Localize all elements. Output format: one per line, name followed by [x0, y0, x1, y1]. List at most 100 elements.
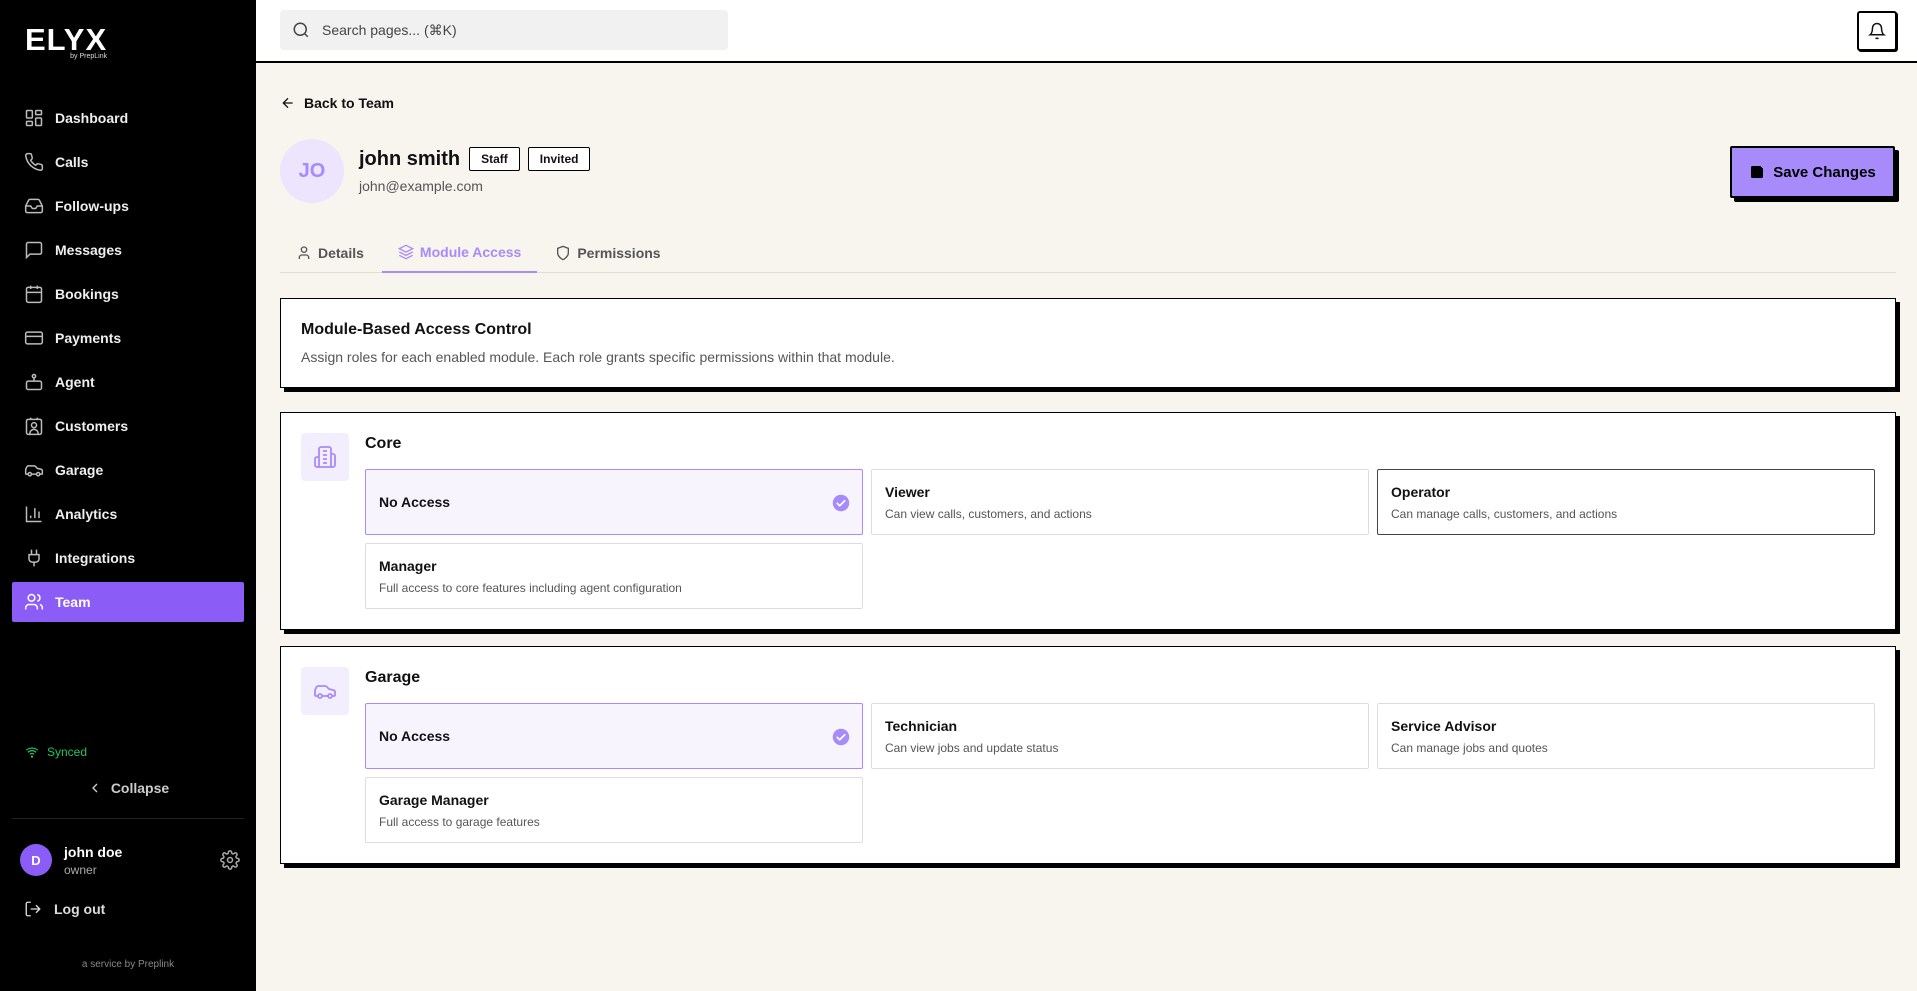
sidebar-item-agent[interactable]: Agent: [12, 362, 244, 402]
tab-label: Details: [318, 245, 364, 261]
save-label: Save Changes: [1773, 163, 1876, 181]
sync-status-label: Synced: [47, 745, 88, 759]
module-title: Garage: [365, 669, 421, 686]
logout-button[interactable]: Log out: [24, 900, 105, 918]
tab-module-access[interactable]: Module Access: [381, 233, 538, 273]
role-option-no-access[interactable]: No Access: [365, 469, 863, 535]
tab-details[interactable]: Details: [280, 233, 380, 273]
role-title: No Access: [379, 728, 451, 744]
user-role: owner: [64, 862, 97, 877]
user-info: john doe owner: [64, 844, 220, 877]
sidebar-item-label: Agent: [55, 374, 95, 390]
topbar: Search pages... (⌘K): [256, 0, 1917, 63]
car-icon: [314, 685, 336, 699]
check-circle-icon: [832, 494, 850, 512]
module-card-garage: Garage No Access Technician Can view job…: [280, 646, 1896, 864]
sidebar-item-analytics[interactable]: Analytics: [12, 494, 244, 534]
contact-icon: [25, 417, 43, 436]
role-option-no-access[interactable]: No Access: [365, 703, 863, 769]
search-input[interactable]: Search pages... (⌘K): [322, 22, 457, 39]
module-card-core: Core No Access Viewer Can view calls, cu…: [280, 412, 1896, 630]
service-footer: a service by Preplink: [81, 959, 175, 970]
sidebar-item-messages[interactable]: Messages: [12, 230, 244, 270]
sidebar-item-bookings[interactable]: Bookings: [12, 274, 244, 314]
users-icon: [24, 593, 44, 610]
member-name: john smith: [359, 147, 461, 170]
credit-card-icon: [24, 331, 44, 345]
save-icon: [1751, 166, 1764, 178]
back-label: Back to Team: [304, 95, 394, 111]
notifications-button[interactable]: [1857, 11, 1897, 51]
sidebar-item-label: Payments: [55, 330, 122, 346]
wifi-icon: [25, 747, 39, 758]
sidebar-item-garage[interactable]: Garage: [12, 450, 244, 490]
sidebar-item-label: Analytics: [55, 506, 118, 522]
sidebar-item-team[interactable]: Team: [12, 582, 244, 622]
sidebar-item-label: Customers: [55, 418, 129, 434]
calendar-icon: [25, 285, 43, 304]
user-profile[interactable]: D john doe owner: [20, 842, 240, 878]
user-icon: [298, 246, 310, 259]
phone-icon: [25, 152, 44, 171]
role-title: Technician: [885, 717, 958, 734]
sync-status: Synced: [25, 745, 87, 759]
sidebar-item-follow-ups[interactable]: Follow-ups: [12, 186, 244, 226]
role-description: Full access to garage features: [379, 814, 540, 829]
access-control-info-card: Module-Based Access Control Assign roles…: [280, 298, 1896, 388]
logo-text: ELYX: [25, 22, 108, 57]
sidebar-item-label: Dashboard: [55, 110, 129, 126]
role-option-service-advisor[interactable]: Service Advisor Can manage jobs and quot…: [1377, 703, 1875, 769]
layers-icon: [397, 244, 414, 260]
tab-permissions[interactable]: Permissions: [539, 233, 676, 273]
role-option-garage-manager[interactable]: Garage Manager Full access to garage fea…: [365, 777, 863, 843]
member-header: john smith Staff Invited: [359, 147, 598, 171]
role-option-manager[interactable]: Manager Full access to core features inc…: [365, 543, 863, 609]
role-title: Garage Manager: [379, 791, 489, 808]
sidebar-item-label: Team: [55, 594, 91, 610]
tab-bar: Details Module Access Permissions: [280, 233, 1896, 273]
chevron-left-icon: [91, 783, 98, 793]
sidebar-item-dashboard[interactable]: Dashboard: [12, 98, 244, 138]
shield-icon: [557, 245, 570, 261]
save-changes-button[interactable]: Save Changes: [1730, 146, 1895, 198]
role-option-technician[interactable]: Technician Can view jobs and update stat…: [871, 703, 1369, 769]
message-icon: [25, 241, 43, 260]
sidebar-item-customers[interactable]: Customers: [12, 406, 244, 446]
sidebar-item-payments[interactable]: Payments: [12, 318, 244, 358]
back-to-team-link[interactable]: Back to Team: [280, 95, 394, 111]
search-icon: [293, 22, 309, 38]
role-option-operator[interactable]: Operator Can manage calls, customers, an…: [1377, 469, 1875, 535]
sidebar-item-label: Integrations: [55, 550, 136, 566]
sidebar-item-integrations[interactable]: Integrations: [12, 538, 244, 578]
building-icon: [314, 446, 336, 468]
collapse-label: Collapse: [110, 780, 170, 796]
module-icon: [301, 667, 349, 715]
search-bar[interactable]: Search pages... (⌘K): [280, 10, 728, 50]
bar-chart-icon: [25, 506, 42, 523]
tab-label: Permissions: [577, 245, 661, 261]
role-description: Can manage calls, customers, and actions: [1391, 506, 1618, 521]
logout-icon: [25, 901, 41, 917]
sidebar-nav: Dashboard Calls Follow-ups Messages Book…: [12, 98, 244, 626]
user-name: john doe: [64, 843, 123, 860]
gear-icon[interactable]: [220, 850, 240, 870]
sidebar-item-label: Follow-ups: [55, 198, 129, 214]
bot-icon: [25, 373, 43, 391]
sidebar-item-label: Messages: [55, 242, 122, 258]
sidebar-item-label: Garage: [55, 462, 104, 478]
sidebar: ELYX by PrepLink Dashboard Calls Follow-…: [0, 0, 256, 991]
module-icon: [301, 433, 349, 481]
role-title: Manager: [379, 557, 437, 574]
tab-label: Module Access: [419, 244, 522, 260]
module-title: Core: [365, 435, 402, 452]
role-description: Can manage jobs and quotes: [1391, 740, 1548, 755]
arrow-left-icon: [282, 97, 293, 109]
role-option-viewer[interactable]: Viewer Can view calls, customers, and ac…: [871, 469, 1369, 535]
car-icon: [24, 465, 44, 477]
info-description: Assign roles for each enabled module. Ea…: [301, 349, 895, 365]
role-title: Operator: [1391, 483, 1451, 500]
logo[interactable]: ELYX by PrepLink: [25, 24, 107, 60]
collapse-button[interactable]: Collapse: [0, 780, 256, 796]
sidebar-item-calls[interactable]: Calls: [12, 142, 244, 182]
sidebar-item-label: Calls: [55, 154, 89, 170]
